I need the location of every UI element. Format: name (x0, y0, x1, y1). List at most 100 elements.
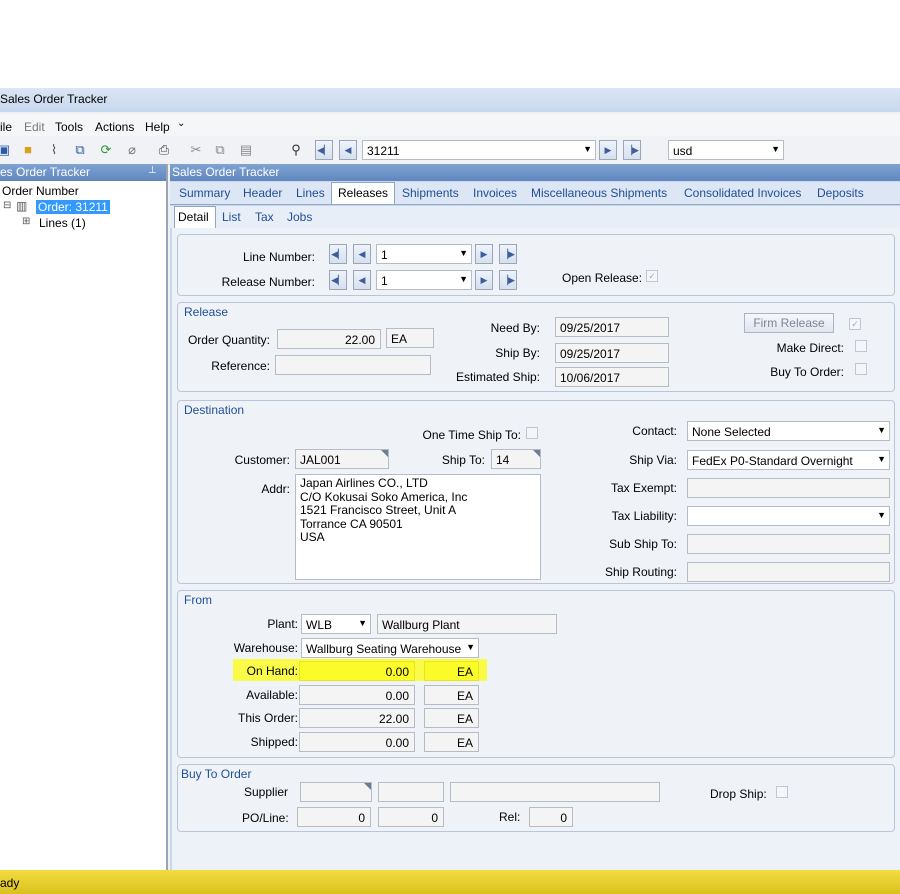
last-release-icon[interactable]: ▕▶ (499, 270, 517, 290)
first-line-icon[interactable]: ◀▏ (329, 244, 347, 264)
clear-icon[interactable]: ⌀ (124, 142, 140, 158)
expand-icon[interactable]: ⊞ (22, 216, 30, 227)
sub-tabs: Detail List Tax Jobs (170, 206, 900, 228)
available-uom-field[interactable]: EA (424, 685, 479, 705)
tab-misc-shipments[interactable]: Miscellaneous Shipments (531, 186, 667, 200)
est-ship-field[interactable]: 10/06/2017 (555, 367, 669, 387)
tab-deposits[interactable]: Deposits (817, 186, 864, 200)
ship-routing-field[interactable] (687, 562, 890, 582)
sub-ship-to-field[interactable] (687, 534, 890, 554)
this-order-uom-field[interactable]: EA (424, 708, 479, 728)
menu-tools[interactable]: Tools (55, 120, 83, 134)
order-number-combo[interactable]: 31211 ▼ (362, 140, 596, 160)
copy-disabled-icon[interactable]: ⧉ (212, 142, 228, 158)
tax-exempt-field[interactable] (687, 478, 890, 498)
prev-record-icon[interactable]: ◀ (339, 140, 357, 160)
chevron-down-icon: ▼ (877, 454, 886, 464)
refresh-icon[interactable]: ⟳ (98, 142, 114, 158)
supplier-field[interactable] (300, 782, 372, 802)
menu-overflow-icon[interactable]: ⌄ (177, 118, 185, 129)
first-record-icon[interactable]: ◀▏ (315, 140, 333, 160)
ship-to-field[interactable]: 14 (491, 449, 541, 469)
menu-file[interactable]: ile (0, 120, 12, 134)
attachment-icon[interactable]: ⌇ (46, 142, 62, 158)
tree-root[interactable]: Order Number (2, 184, 79, 198)
tab-consolidated-invoices[interactable]: Consolidated Invoices (684, 186, 801, 200)
tab-summary[interactable]: Summary (179, 186, 230, 200)
last-line-icon[interactable]: ▕▶ (499, 244, 517, 264)
next-record-icon[interactable]: ▶ (599, 140, 617, 160)
subtab-jobs[interactable]: Jobs (287, 210, 312, 224)
copy-icon[interactable]: ⧉ (72, 142, 88, 158)
tree-lines-node[interactable]: Lines (1) (39, 216, 86, 230)
one-time-ship-to-checkbox[interactable] (526, 427, 538, 439)
po-field[interactable]: 0 (297, 807, 371, 827)
tab-header[interactable]: Header (243, 186, 282, 200)
contact-combo[interactable]: None Selected ▼ (687, 421, 890, 441)
prev-release-icon[interactable]: ◀ (353, 270, 371, 290)
cut-icon[interactable]: ✂ (188, 142, 204, 158)
rel-field[interactable]: 0 (529, 807, 573, 827)
tab-shipments[interactable]: Shipments (402, 186, 459, 200)
menu-edit[interactable]: Edit (24, 120, 45, 134)
plant-combo[interactable]: WLB ▼ (301, 614, 371, 634)
supplier-desc-field[interactable] (450, 782, 660, 802)
reference-field[interactable] (275, 355, 431, 375)
firm-release-button[interactable]: Firm Release (744, 313, 834, 333)
plant-name-field[interactable]: Wallburg Plant (377, 614, 557, 634)
address-textarea[interactable]: Japan Airlines CO., LTD C/O Kokusai Soko… (295, 474, 541, 580)
new-icon[interactable]: ▣ (0, 142, 12, 158)
chevron-down-icon: ▼ (877, 425, 886, 435)
tab-lines[interactable]: Lines (296, 186, 325, 200)
menu-actions[interactable]: Actions (95, 120, 134, 134)
po-line-field[interactable]: 0 (378, 807, 444, 827)
next-release-icon[interactable]: ▶ (475, 270, 493, 290)
line-number-combo[interactable]: 1 ▼ (376, 244, 472, 264)
open-release-checkbox[interactable]: ✓ (646, 270, 658, 282)
drop-ship-checkbox[interactable] (776, 786, 788, 798)
customer-field[interactable]: JAL001 (295, 449, 389, 469)
title-bar: Sales Order Tracker (0, 88, 900, 112)
ship-via-combo[interactable]: FedEx P0-Standard Overnight ▼ (687, 450, 890, 470)
tab-invoices[interactable]: Invoices (473, 186, 517, 200)
prev-line-icon[interactable]: ◀ (353, 244, 371, 264)
collapse-icon[interactable]: ⊟ (3, 200, 11, 211)
order-qty-uom-field[interactable]: EA (386, 328, 434, 348)
subtab-tax[interactable]: Tax (255, 210, 274, 224)
currency-combo[interactable]: usd ▼ (668, 140, 784, 160)
release-number-combo[interactable]: 1 ▼ (376, 270, 472, 290)
menu-help[interactable]: Help (145, 120, 170, 134)
print-icon[interactable]: ⎙ (156, 142, 172, 158)
paste-icon[interactable]: ▤ (238, 142, 254, 158)
firm-release-checkbox[interactable]: ✓ (849, 318, 861, 330)
buy-to-order-checkbox[interactable] (855, 363, 867, 375)
subtab-list[interactable]: List (222, 210, 241, 224)
subtab-detail[interactable]: Detail (178, 210, 209, 224)
tab-releases[interactable]: Releases (338, 186, 388, 200)
this-order-field[interactable]: 22.00 (299, 708, 415, 728)
make-direct-checkbox[interactable] (855, 340, 867, 352)
ship-by-field[interactable]: 09/25/2017 (555, 343, 669, 363)
one-time-ship-to-label: One Time Ship To: (422, 428, 522, 442)
tax-liability-combo[interactable]: ▼ (687, 506, 890, 526)
from-title: From (184, 593, 212, 607)
need-by-field[interactable]: 09/25/2017 (555, 317, 669, 337)
available-field[interactable]: 0.00 (299, 685, 415, 705)
last-record-icon[interactable]: ▕▶ (623, 140, 641, 160)
shipped-uom-field[interactable]: EA (424, 732, 479, 752)
first-release-icon[interactable]: ◀▏ (329, 270, 347, 290)
tree-order-node[interactable]: Order: 31211 (36, 200, 110, 214)
order-qty-field[interactable]: 22.00 (277, 329, 381, 349)
destination-group: Destination One Time Ship To: Customer: … (177, 400, 895, 584)
shipped-field[interactable]: 0.00 (299, 732, 415, 752)
pin-icon[interactable]: ⊥ (148, 165, 157, 176)
on-hand-field[interactable]: 0.00 (299, 661, 415, 681)
navigation-group: Line Number: ◀▏ ◀ 1 ▼ ▶ ▕▶ Release Numbe… (177, 234, 895, 296)
make-direct-label: Make Direct: (776, 341, 844, 355)
warehouse-combo[interactable]: Wallburg Seating Warehouse ▼ (301, 638, 479, 658)
next-line-icon[interactable]: ▶ (475, 244, 493, 264)
on-hand-uom-field[interactable]: EA (424, 661, 479, 681)
open-folder-icon[interactable]: ■ (20, 142, 36, 158)
supplier-name-field[interactable] (378, 782, 444, 802)
search-icon[interactable]: ⚲ (288, 142, 304, 158)
